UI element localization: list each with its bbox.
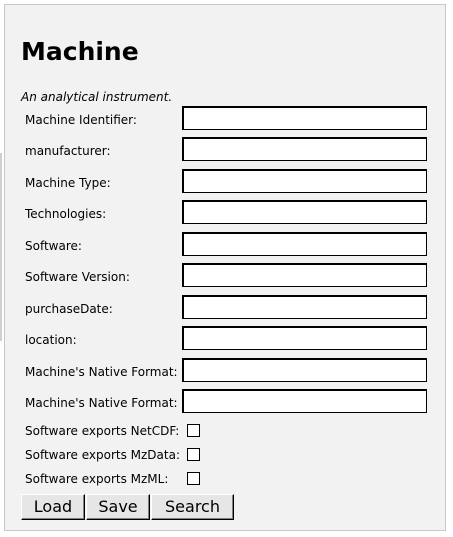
window-left-edge bbox=[0, 153, 2, 341]
machine-form-panel: Machine An analytical instrument. Machin… bbox=[4, 4, 446, 531]
manufacturer-label: manufacturer: bbox=[25, 144, 111, 158]
form-row-native-format-1: Machine's Native Format: bbox=[25, 358, 435, 386]
software-label: Software: bbox=[25, 239, 82, 253]
checkbox-row-mzdata: Software exports MzData: bbox=[25, 444, 435, 466]
save-button[interactable]: Save bbox=[86, 494, 150, 520]
form-row-technologies: Technologies: bbox=[25, 200, 435, 228]
page-title: Machine bbox=[21, 37, 139, 66]
checkbox-row-netcdf: Software exports NetCDF: bbox=[25, 420, 435, 442]
form-row-machine-identifier: Machine Identifier: bbox=[25, 106, 435, 134]
form-row-manufacturer: manufacturer: bbox=[25, 137, 435, 165]
form-row-machine-type: Machine Type: bbox=[25, 169, 435, 197]
checkbox-row-mzml: Software exports MzML: bbox=[25, 468, 435, 490]
machine-identifier-label: Machine Identifier: bbox=[25, 113, 137, 127]
load-button[interactable]: Load bbox=[21, 494, 85, 520]
exports-mzdata-checkbox[interactable] bbox=[187, 448, 200, 461]
software-version-input[interactable] bbox=[182, 263, 427, 287]
exports-mzml-checkbox[interactable] bbox=[187, 472, 200, 485]
exports-netcdf-label: Software exports NetCDF: bbox=[25, 424, 180, 438]
purchase-date-input[interactable] bbox=[182, 295, 427, 319]
form-row-software: Software: bbox=[25, 232, 435, 260]
machine-identifier-input[interactable] bbox=[182, 106, 427, 130]
form-row-software-version: Software Version: bbox=[25, 263, 435, 291]
software-input[interactable] bbox=[182, 232, 427, 256]
form-row-location: location: bbox=[25, 326, 435, 354]
exports-netcdf-checkbox[interactable] bbox=[187, 424, 200, 437]
exports-mzdata-label: Software exports MzData: bbox=[25, 448, 180, 462]
machine-type-input[interactable] bbox=[182, 169, 427, 193]
native-format-1-label: Machine's Native Format: bbox=[25, 365, 178, 379]
technologies-label: Technologies: bbox=[25, 207, 107, 221]
native-format-2-input[interactable] bbox=[182, 389, 427, 413]
location-label: location: bbox=[25, 333, 77, 347]
search-button[interactable]: Search bbox=[151, 494, 234, 520]
action-button-bar: Load Save Search bbox=[21, 494, 235, 520]
native-format-2-label: Machine's Native Format: bbox=[25, 396, 178, 410]
machine-type-label: Machine Type: bbox=[25, 176, 111, 190]
location-input[interactable] bbox=[182, 326, 427, 350]
exports-mzml-label: Software exports MzML: bbox=[25, 472, 169, 486]
native-format-1-input[interactable] bbox=[182, 358, 427, 382]
purchase-date-label: purchaseDate: bbox=[25, 302, 113, 316]
manufacturer-input[interactable] bbox=[182, 137, 427, 161]
page-subtitle: An analytical instrument. bbox=[21, 90, 173, 104]
software-version-label: Software Version: bbox=[25, 270, 130, 284]
form-row-purchase-date: purchaseDate: bbox=[25, 295, 435, 323]
technologies-input[interactable] bbox=[182, 200, 427, 224]
form-row-native-format-2: Machine's Native Format: bbox=[25, 389, 435, 417]
